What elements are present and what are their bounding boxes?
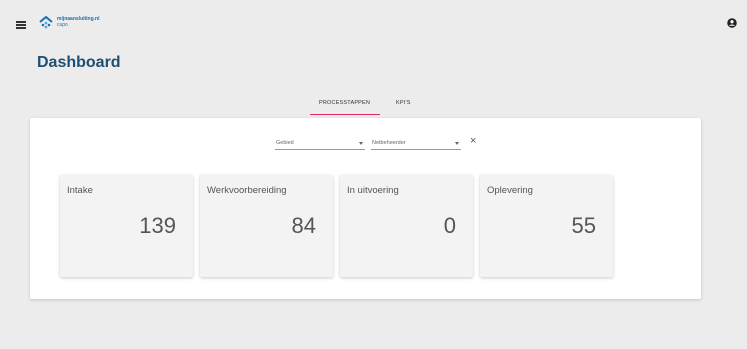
tile-werkvoorbereiding[interactable]: Werkvoorbereiding 84 <box>200 175 333 277</box>
tile-oplevering[interactable]: Oplevering 55 <box>480 175 613 277</box>
tab-processtappen[interactable]: PROCESSTAPPEN <box>310 96 380 115</box>
caret-down-icon <box>359 142 363 145</box>
tile-label: Werkvoorbereiding <box>207 185 287 196</box>
page-title: Dashboard <box>37 54 121 71</box>
gebied-placeholder: Gebied <box>276 140 294 146</box>
tab-bar: PROCESSTAPPEN KPI'S <box>310 96 442 115</box>
tab-kpis[interactable]: KPI'S <box>386 96 442 115</box>
netbeheerder-placeholder: Netbeheerder <box>372 140 406 146</box>
logo-text: mijnaansluiting.nl cupo <box>57 16 100 28</box>
caret-down-icon <box>455 142 459 145</box>
top-bar: mijnaansluiting.nl cupo <box>0 0 747 44</box>
gebied-select[interactable]: Gebied <box>275 137 365 150</box>
filter-bar: Gebied Netbeheerder × <box>275 135 476 150</box>
hamburger-menu-icon[interactable] <box>16 21 26 29</box>
tile-value: 55 <box>571 213 596 238</box>
netbeheerder-select[interactable]: Netbeheerder <box>371 137 461 150</box>
tile-label: In uitvoering <box>347 185 399 196</box>
dashboard-card: Gebied Netbeheerder × Intake 139 Werkvoo… <box>30 118 701 299</box>
tile-in-uitvoering[interactable]: In uitvoering 0 <box>340 175 473 277</box>
app-logo[interactable]: mijnaansluiting.nl cupo <box>39 16 100 29</box>
tile-label: Intake <box>67 185 93 196</box>
mijnaansluiting-logo-icon <box>39 16 53 29</box>
close-icon[interactable]: × <box>470 135 476 147</box>
tile-value: 139 <box>139 213 176 238</box>
account-circle-icon[interactable] <box>727 18 737 28</box>
tile-value: 84 <box>291 213 316 238</box>
tile-value: 0 <box>443 213 456 238</box>
tile-intake[interactable]: Intake 139 <box>60 175 193 277</box>
logo-sub: cupo <box>57 22 68 28</box>
tile-label: Oplevering <box>487 185 533 196</box>
